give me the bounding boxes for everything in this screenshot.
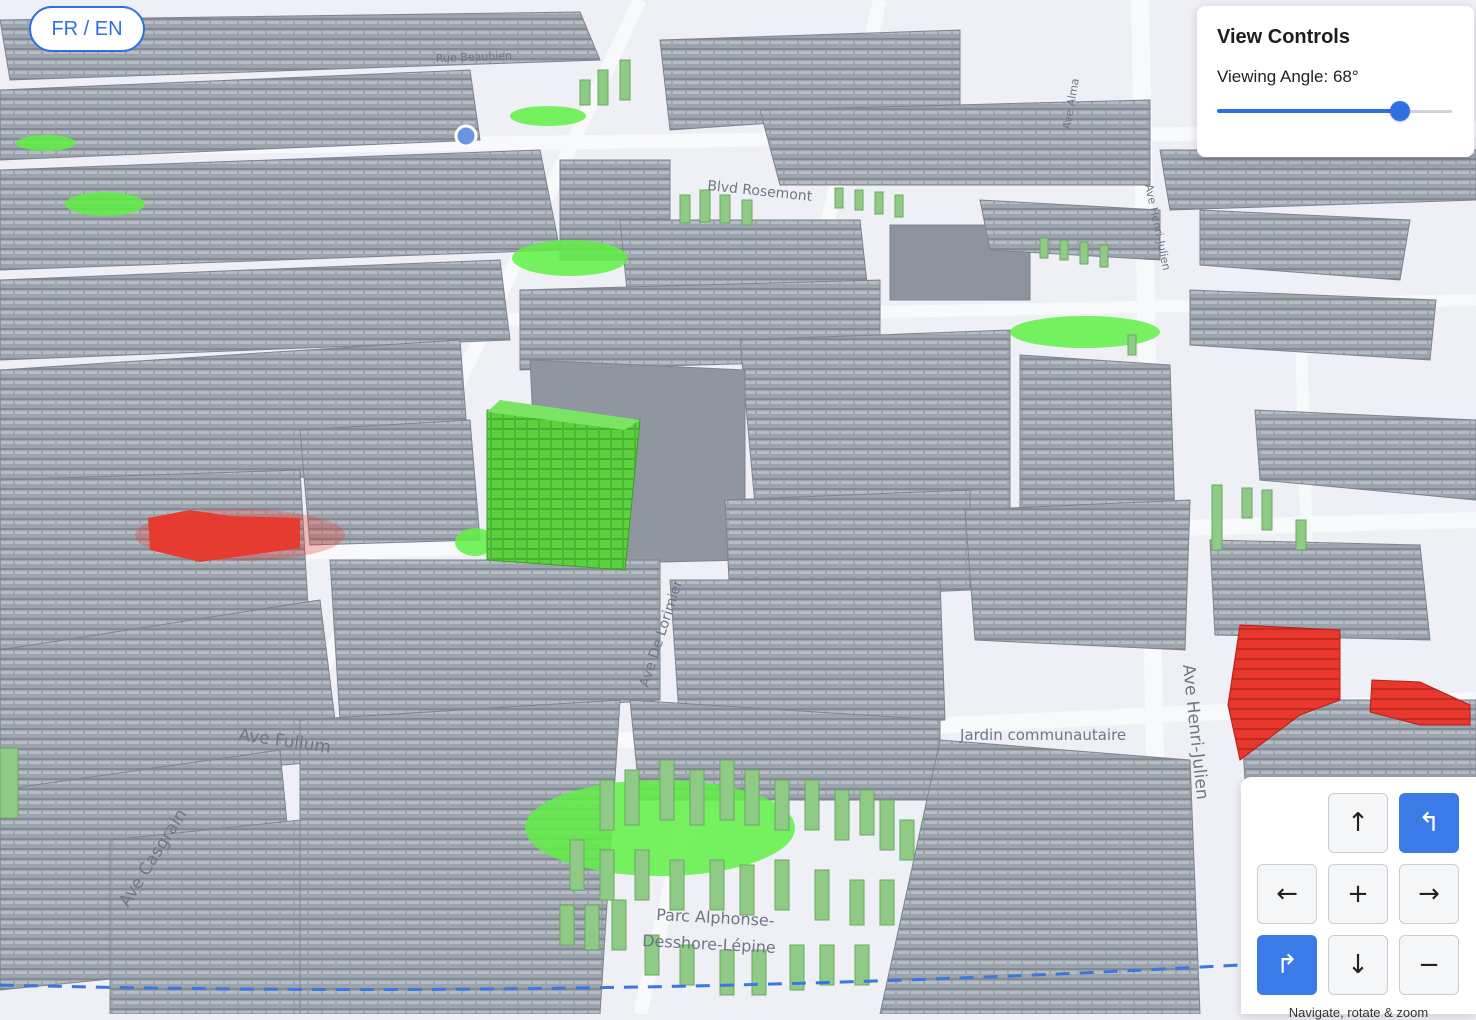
viewing-angle-readout: Viewing Angle: 68° (1217, 67, 1454, 87)
pan-up-button[interactable]: ↑ (1328, 793, 1388, 853)
rotate-right-button[interactable]: ↱ (1257, 935, 1317, 995)
pan-right-button[interactable]: → (1399, 864, 1459, 924)
language-toggle-button[interactable]: FR / EN (29, 6, 145, 52)
arrow-up-icon: ↑ (1347, 808, 1369, 838)
location-marker[interactable] (454, 124, 478, 148)
navigation-caption: Navigate, rotate & zoom (1288, 1005, 1429, 1020)
rotate-left-icon: ↰ (1418, 808, 1440, 838)
zoom-in-button[interactable]: + (1328, 864, 1388, 924)
viewing-angle-slider[interactable] (1217, 101, 1452, 123)
minus-icon: − (1418, 950, 1440, 980)
plus-icon: + (1347, 879, 1369, 909)
arrow-down-icon: ↓ (1347, 950, 1369, 980)
viewing-angle-value: 68 (1332, 67, 1352, 86)
street-label: Rue Beaubien (436, 49, 513, 65)
highlighted-building-green (486, 400, 641, 571)
pan-down-button[interactable]: ↓ (1328, 935, 1388, 995)
street-label: Jardin communautaire (959, 726, 1126, 744)
view-controls-title: View Controls (1217, 26, 1350, 48)
arrow-right-icon: → (1418, 879, 1440, 909)
view-controls-panel: View Controls Viewing Angle: 68° (1197, 6, 1474, 157)
viewing-angle-unit: ° (1351, 67, 1359, 86)
arrow-left-icon: ← (1276, 879, 1298, 909)
navigation-controls-panel: ↑ ↰ ← + → ↱ ↓ − Navigate, rotate & zoom (1241, 777, 1476, 1020)
zoom-out-button[interactable]: − (1399, 935, 1459, 995)
pan-left-button[interactable]: ← (1257, 864, 1317, 924)
viewing-angle-label: Viewing Angle: (1217, 67, 1329, 86)
rotate-left-button[interactable]: ↰ (1399, 793, 1459, 853)
rotate-right-icon: ↱ (1276, 950, 1298, 980)
slider-thumb[interactable] (1390, 101, 1411, 121)
slider-fill (1217, 109, 1401, 113)
